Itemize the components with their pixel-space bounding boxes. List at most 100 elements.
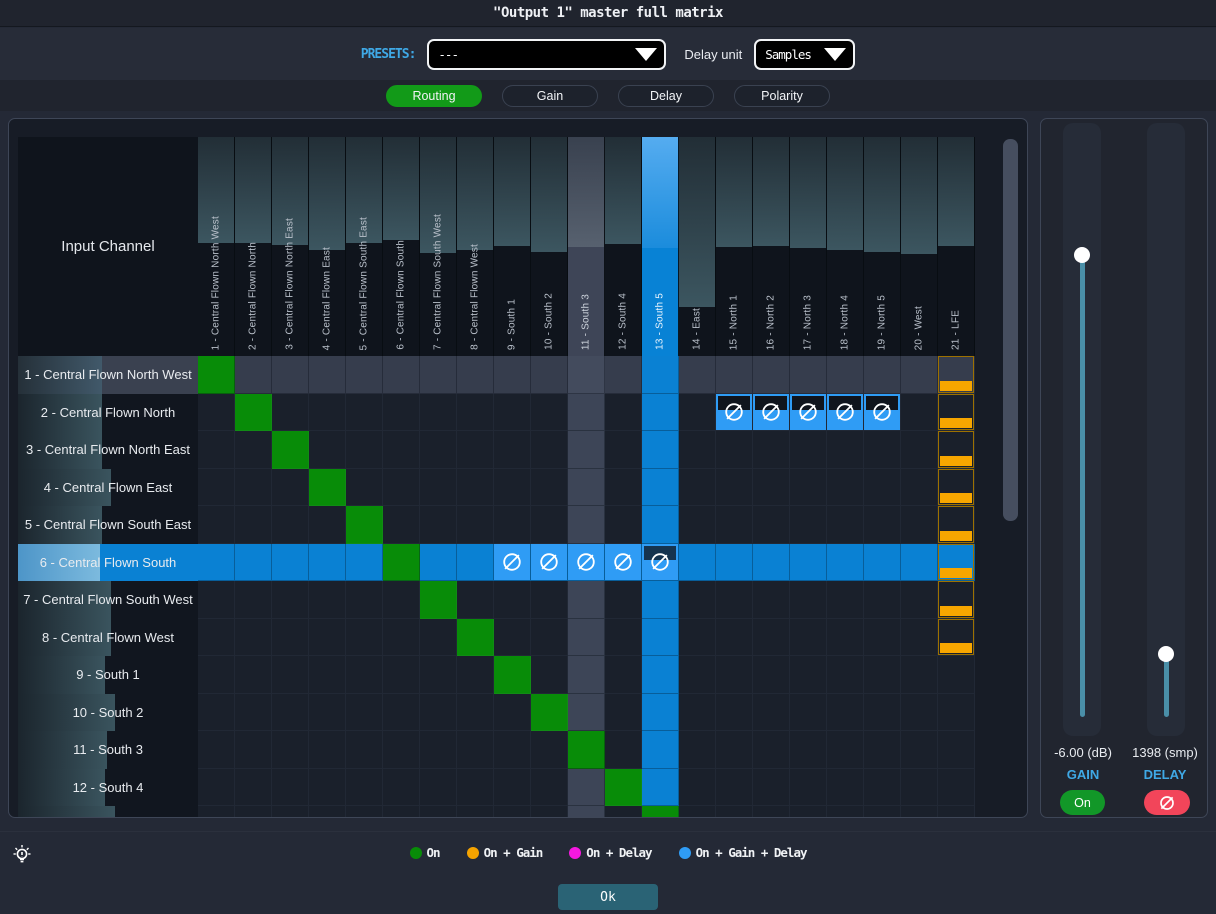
column-header-7[interactable]: 7 - Central Flown South West	[420, 137, 457, 356]
matrix-cell-r8-c16[interactable]	[753, 619, 790, 657]
matrix-cell-r1-c3[interactable]	[272, 356, 309, 394]
matrix-cell-r6-c19[interactable]	[864, 544, 901, 582]
matrix-cell-r2-c16[interactable]	[753, 394, 790, 432]
column-header-13[interactable]: 13 - South 5	[642, 137, 679, 356]
matrix-cell-r7-c1[interactable]	[198, 581, 235, 619]
matrix-cell-r2-c17[interactable]	[790, 394, 827, 432]
matrix-cell-r3-c18[interactable]	[827, 431, 864, 469]
matrix-cell-r11-c10[interactable]	[531, 731, 568, 769]
matrix-cell-r5-c1[interactable]	[198, 506, 235, 544]
column-header-17[interactable]: 17 - North 3	[790, 137, 827, 356]
matrix-cell-r6-c2[interactable]	[235, 544, 272, 582]
matrix-cell-r1-c18[interactable]	[827, 356, 864, 394]
column-header-21[interactable]: 21 - LFE	[938, 137, 975, 356]
matrix-cell-r5-c13[interactable]	[642, 506, 679, 544]
delay-unit-dropdown[interactable]: Samples	[754, 39, 855, 70]
matrix-cell-r3-c14[interactable]	[679, 431, 716, 469]
matrix-cell-r13-c7[interactable]	[420, 806, 457, 818]
matrix-cell-r9-c14[interactable]	[679, 656, 716, 694]
matrix-cell-r2-c8[interactable]	[457, 394, 494, 432]
matrix-cell-r8-c15[interactable]	[716, 619, 753, 657]
matrix-cell-r9-c8[interactable]	[457, 656, 494, 694]
matrix-cell-r6-c20[interactable]	[901, 544, 938, 582]
matrix-cell-r1-c17[interactable]	[790, 356, 827, 394]
matrix-cell-r5-c10[interactable]	[531, 506, 568, 544]
row-header-9[interactable]: 9 - South 1	[18, 656, 198, 694]
matrix-cell-r13-c11[interactable]	[568, 806, 605, 818]
matrix-cell-r1-c11[interactable]	[568, 356, 605, 394]
matrix-cell-r8-c8[interactable]	[457, 619, 494, 657]
delay-slider-track[interactable]	[1147, 123, 1185, 736]
matrix-cell-r1-c13[interactable]	[642, 356, 679, 394]
matrix-cell-r3-c1[interactable]	[198, 431, 235, 469]
matrix-cell-r5-c19[interactable]	[864, 506, 901, 544]
matrix-cell-r9-c9[interactable]	[494, 656, 531, 694]
matrix-cell-r7-c5[interactable]	[346, 581, 383, 619]
matrix-cell-r5-c9[interactable]	[494, 506, 531, 544]
matrix-cell-r5-c2[interactable]	[235, 506, 272, 544]
matrix-cell-r9-c3[interactable]	[272, 656, 309, 694]
matrix-cell-r3-c17[interactable]	[790, 431, 827, 469]
matrix-cell-r4-c5[interactable]	[346, 469, 383, 507]
matrix-cell-r8-c12[interactable]	[605, 619, 642, 657]
matrix-cell-r4-c21[interactable]	[938, 469, 975, 507]
matrix-cell-r13-c1[interactable]	[198, 806, 235, 818]
matrix-cell-r7-c6[interactable]	[383, 581, 420, 619]
column-header-10[interactable]: 10 - South 2	[531, 137, 568, 356]
tab-polarity[interactable]: Polarity	[734, 85, 830, 107]
matrix-cell-r4-c15[interactable]	[716, 469, 753, 507]
matrix-cell-r3-c10[interactable]	[531, 431, 568, 469]
matrix-cell-r6-c21[interactable]	[938, 544, 975, 582]
matrix-cell-r6-c9[interactable]	[494, 544, 531, 582]
matrix-cell-r8-c6[interactable]	[383, 619, 420, 657]
matrix-cell-r12-c10[interactable]	[531, 769, 568, 807]
matrix-cell-r9-c16[interactable]	[753, 656, 790, 694]
matrix-cell-r13-c13[interactable]	[642, 806, 679, 818]
matrix-cell-r10-c1[interactable]	[198, 694, 235, 732]
matrix-cell-r4-c9[interactable]	[494, 469, 531, 507]
matrix-cell-r8-c10[interactable]	[531, 619, 568, 657]
column-header-14[interactable]: 14 - East	[679, 137, 716, 356]
matrix-cell-r12-c13[interactable]	[642, 769, 679, 807]
matrix-cell-r10-c17[interactable]	[790, 694, 827, 732]
matrix-cell-r8-c11[interactable]	[568, 619, 605, 657]
row-header-1[interactable]: 1 - Central Flown North West	[18, 356, 198, 394]
matrix-cell-r5-c8[interactable]	[457, 506, 494, 544]
matrix-cell-r11-c2[interactable]	[235, 731, 272, 769]
row-header-12[interactable]: 12 - South 4	[18, 769, 198, 807]
matrix-cell-r11-c8[interactable]	[457, 731, 494, 769]
matrix-cell-r11-c3[interactable]	[272, 731, 309, 769]
matrix-cell-r13-c17[interactable]	[790, 806, 827, 818]
matrix-cell-r6-c15[interactable]	[716, 544, 753, 582]
matrix-cell-r6-c12[interactable]	[605, 544, 642, 582]
matrix-cell-r7-c15[interactable]	[716, 581, 753, 619]
matrix-cell-r5-c18[interactable]	[827, 506, 864, 544]
matrix-cell-r11-c18[interactable]	[827, 731, 864, 769]
matrix-cell-r13-c19[interactable]	[864, 806, 901, 818]
matrix-cell-r1-c2[interactable]	[235, 356, 272, 394]
matrix-cell-r12-c9[interactable]	[494, 769, 531, 807]
matrix-cell-r6-c8[interactable]	[457, 544, 494, 582]
row-header-4[interactable]: 4 - Central Flown East	[18, 469, 198, 507]
matrix-cell-r10-c19[interactable]	[864, 694, 901, 732]
matrix-cell-r11-c12[interactable]	[605, 731, 642, 769]
matrix-cell-r7-c11[interactable]	[568, 581, 605, 619]
matrix-cell-r7-c14[interactable]	[679, 581, 716, 619]
matrix-cell-r3-c21[interactable]	[938, 431, 975, 469]
matrix-cell-r7-c13[interactable]	[642, 581, 679, 619]
column-header-16[interactable]: 16 - North 2	[753, 137, 790, 356]
matrix-cell-r5-c3[interactable]	[272, 506, 309, 544]
matrix-cell-r7-c19[interactable]	[864, 581, 901, 619]
matrix-cell-r12-c15[interactable]	[716, 769, 753, 807]
matrix-cell-r8-c21[interactable]	[938, 619, 975, 657]
matrix-cell-r8-c1[interactable]	[198, 619, 235, 657]
matrix-cell-r4-c13[interactable]	[642, 469, 679, 507]
matrix-cell-r4-c17[interactable]	[790, 469, 827, 507]
matrix-cell-r13-c10[interactable]	[531, 806, 568, 818]
matrix-cell-r12-c11[interactable]	[568, 769, 605, 807]
delay-slider-knob[interactable]	[1158, 646, 1174, 662]
matrix-cell-r5-c6[interactable]	[383, 506, 420, 544]
matrix-cell-r8-c2[interactable]	[235, 619, 272, 657]
matrix-cell-r1-c8[interactable]	[457, 356, 494, 394]
matrix-cell-r10-c7[interactable]	[420, 694, 457, 732]
